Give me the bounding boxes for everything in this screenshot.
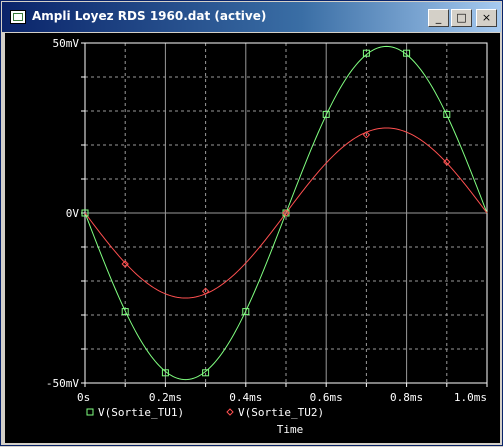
y-tick-labels: -50mV 0V 50mV: [46, 37, 79, 390]
x-tick-label: 0.8ms: [390, 391, 423, 404]
x-tick-label: 0.2ms: [149, 391, 182, 404]
maximize-button[interactable]: □: [451, 9, 472, 27]
legend: V(Sortie_TU1) V(Sortie_TU2): [86, 406, 324, 419]
title-bar[interactable]: Ampli Loyez RDS 1960.dat (active) _ □ ×: [2, 2, 501, 32]
app-icon[interactable]: [10, 10, 26, 24]
x-tick-label: 0s: [77, 391, 90, 404]
legend-label-1: V(Sortie_TU1): [98, 406, 184, 419]
y-tick-label: 0V: [66, 207, 80, 220]
legend-label-2: V(Sortie_TU2): [238, 406, 324, 419]
y-tick-label: 50mV: [53, 37, 80, 50]
minimize-button[interactable]: _: [428, 9, 449, 27]
close-button[interactable]: ×: [476, 9, 497, 27]
window-title: Ampli Loyez RDS 1960.dat (active): [32, 9, 267, 23]
x-tick-label: 1.0ms: [454, 391, 487, 404]
x-tick-label: 0.6ms: [310, 391, 343, 404]
legend-marker-2: [226, 408, 234, 416]
y-tick-label: -50mV: [46, 377, 79, 390]
x-axis-label: Time: [277, 423, 304, 436]
waveform-chart[interactable]: -50mV0V50mV 0s 0.2ms 0.4ms 0.6ms 0.8ms 1.0ms …: [5, 33, 500, 443]
legend-marker-1: [86, 408, 94, 416]
x-tick-label: 0.4ms: [229, 391, 262, 404]
x-tick-labels: 0s 0.2ms 0.4ms 0.6ms 0.8ms 1.0ms: [77, 391, 487, 404]
plot-area[interactable]: -50mV 0V 50mV 0s 0.2ms 0.4ms 0.6ms 0.8ms 1.0ms …: [5, 33, 500, 443]
plot-window: Ampli Loyez RDS 1960.dat (active) _ □ × …: [0, 0, 503, 446]
